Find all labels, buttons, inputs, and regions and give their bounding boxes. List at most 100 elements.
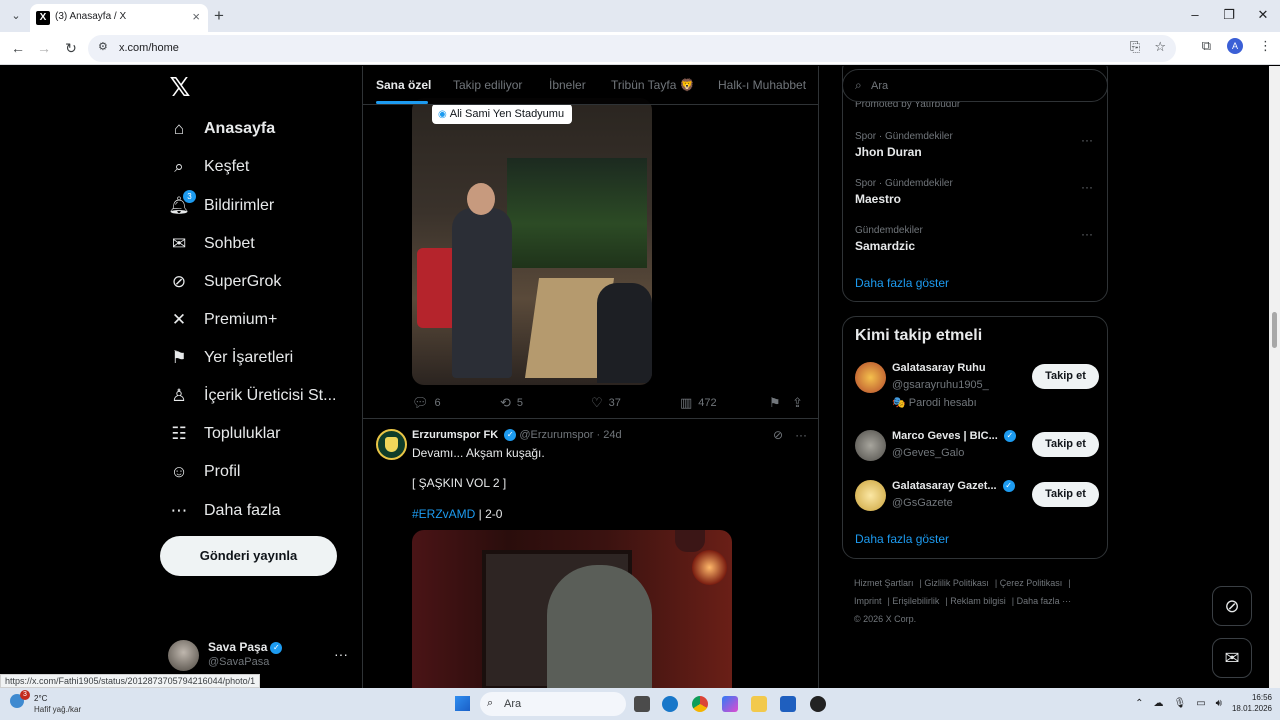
verified-badge-icon: ✓ [504, 429, 517, 442]
location-tag[interactable]: ◉ Ali Sami Yen Stadyumu [432, 104, 573, 124]
footer-link[interactable]: Çerez Politikası [1000, 578, 1063, 588]
trend-item[interactable]: Gündemdekiler Samardzic ··· [855, 225, 1099, 253]
edge-icon[interactable] [662, 696, 678, 712]
search-input[interactable]: ⌕ Ara [842, 69, 1108, 102]
sidebar-item-chat[interactable]: ✉ Sohbet [168, 229, 255, 259]
sidebar-item-communities[interactable]: ☷ Topluluklar [168, 419, 280, 449]
tweet-time[interactable]: · 24d [597, 429, 622, 441]
x-home-page: 𝕏 ⌂ Anasayfa ⌕ Keşfet 🔔︎ 3 Bildirimler ✉ … [0, 66, 1280, 688]
tweet[interactable]: Erzurumspor FK ✓ @Erzurumspor · 24d ⊘ ··… [363, 419, 818, 688]
taskbar-search[interactable]: ⌕ Ara [480, 692, 626, 716]
avatar[interactable] [855, 480, 886, 511]
display-icon[interactable]: ▭ [1196, 698, 1205, 709]
more-options-icon[interactable]: ··· [1081, 227, 1093, 241]
volume-icon[interactable]: 🔊︎ [1216, 698, 1222, 709]
hashtag-link[interactable]: #ERZvAMD [412, 507, 475, 521]
follow-suggestion[interactable]: Marco Geves | BIC... ✓ @Geves_Galo Takip… [855, 430, 1099, 474]
grok-icon[interactable]: ⊘ [773, 428, 783, 442]
minimize-icon[interactable]: – [1178, 0, 1212, 32]
like-button[interactable]: ♡ 37 [591, 395, 621, 411]
chrome-icon[interactable] [692, 696, 708, 712]
extensions-icon[interactable]: ⧉ [1202, 38, 1211, 54]
browser-profile-avatar[interactable]: A [1227, 38, 1243, 54]
tab-list-3[interactable]: Halk-ı Muhabbet [718, 78, 806, 92]
avatar[interactable] [855, 362, 886, 393]
cloud-icon[interactable]: ☁ [1153, 698, 1163, 709]
footer-link[interactable]: Daha fazla ··· [1017, 596, 1072, 606]
more-options-icon[interactable]: ··· [334, 646, 348, 662]
back-arrow-icon[interactable]: ← [8, 38, 28, 58]
x-logo-icon[interactable]: 𝕏 [166, 72, 194, 102]
address-bar[interactable]: ⚙ x.com/home ⎘ ☆ [88, 35, 1176, 62]
tab-for-you[interactable]: Sana özel [376, 78, 431, 92]
close-window-icon[interactable]: ✕ [1246, 0, 1280, 32]
trend-item[interactable]: Spor · Gündemdekiler Maestro ··· [855, 178, 1099, 206]
bookmark-star-icon[interactable]: ☆ [1154, 39, 1166, 55]
tab-list-2[interactable]: Tribün Tayfa 🦁 [611, 78, 695, 92]
browser-tab[interactable]: X (3) Anasayfa / X × [30, 4, 208, 32]
start-button-icon[interactable] [455, 696, 470, 711]
tweet-author-name[interactable]: Erzurumspor FK [412, 429, 498, 441]
sidebar-item-more[interactable]: ⋯ Daha fazla [168, 496, 281, 526]
copilot-icon[interactable] [722, 696, 738, 712]
footer-link[interactable]: Reklam bilgisi [950, 596, 1006, 606]
grok-fab-icon[interactable]: ⊘ [1212, 586, 1252, 626]
avatar[interactable] [855, 430, 886, 461]
new-tab-icon[interactable]: + [214, 6, 224, 26]
sidebar-item-supergrok[interactable]: ⊘ SuperGrok [168, 267, 282, 297]
scrollbar-thumb[interactable] [1272, 312, 1277, 348]
footer-link[interactable]: Imprint [854, 596, 882, 606]
more-options-icon[interactable]: ··· [795, 428, 807, 442]
messages-fab-icon[interactable]: ✉ [1212, 638, 1252, 678]
views-button[interactable]: ▥ 472 [680, 395, 717, 411]
follow-suggestion[interactable]: Galatasaray Gazet... ✓ @GsGazete Takip e… [855, 480, 1099, 524]
app-icon[interactable] [810, 696, 826, 712]
forward-arrow-icon[interactable]: → [34, 38, 54, 58]
tab-following[interactable]: Takip ediliyor [453, 78, 522, 92]
tweet-photo[interactable] [412, 98, 652, 385]
sidebar-item-bookmarks[interactable]: ⚑ Yer İşaretleri [168, 343, 293, 373]
reply-button[interactable]: 💬︎ 6 [412, 395, 441, 411]
tray-chevron-icon[interactable]: ⌃ [1135, 698, 1143, 709]
restore-icon[interactable]: ❐ [1212, 0, 1246, 32]
footer-link[interactable]: Hizmet Şartları [854, 578, 914, 588]
close-tab-icon[interactable]: × [192, 9, 200, 24]
site-info-icon[interactable]: ⚙ [98, 40, 108, 53]
clock[interactable]: 16:56 18.01.2026 [1232, 692, 1272, 714]
bookmark-button[interactable]: ⚑ [769, 395, 781, 411]
install-app-icon[interactable]: ⎘ [1130, 39, 1140, 55]
sidebar-item-creator-studio[interactable]: ♙ İçerik Üreticisi St... [168, 381, 336, 411]
mic-icon[interactable]: 🎙︎ [1173, 698, 1186, 709]
sidebar-item-premium[interactable]: ✕ Premium+ [168, 305, 277, 335]
show-more-trends-link[interactable]: Daha fazla göster [855, 276, 949, 290]
sidebar-item-explore[interactable]: ⌕ Keşfet [168, 152, 249, 182]
trend-item[interactable]: Spor · Gündemdekiler Jhon Duran ··· [855, 131, 1099, 159]
follow-button[interactable]: Takip et [1032, 432, 1099, 457]
tab-search-chevron-icon[interactable]: ⌄ [6, 6, 26, 26]
sidebar-item-home[interactable]: ⌂ Anasayfa [168, 114, 275, 144]
account-switcher[interactable]: Sava Paşa ✓ @SavaPasa ··· [168, 638, 358, 674]
who-to-follow-title: Kimi takip etmeli [855, 327, 983, 344]
share-button[interactable]: ⇪ [792, 395, 803, 411]
follow-suggestion[interactable]: Galatasaray Ruhu @gsarayruhu1905_ 🎭 Paro… [855, 362, 1099, 409]
footer-link[interactable]: Erişilebilirlik [892, 596, 939, 606]
sidebar-item-profile[interactable]: ☺ Profil [168, 457, 240, 487]
task-view-icon[interactable] [634, 696, 650, 712]
retweet-button[interactable]: ⟲ 5 [500, 395, 523, 411]
show-more-follow-link[interactable]: Daha fazla göster [855, 532, 949, 546]
follow-button[interactable]: Takip et [1032, 364, 1099, 389]
reload-icon[interactable]: ↻ [61, 38, 81, 58]
tab-list-1[interactable]: İbneler [549, 78, 586, 92]
page-scrollbar[interactable] [1269, 66, 1280, 688]
browser-menu-icon[interactable]: ⋮ [1259, 38, 1272, 54]
footer-link[interactable]: Gizlilik Politikası [924, 578, 989, 588]
sidebar-item-notifications[interactable]: 🔔︎ 3 Bildirimler [168, 190, 274, 221]
more-options-icon[interactable]: ··· [1081, 180, 1093, 194]
post-button[interactable]: Gönderi yayınla [160, 536, 337, 576]
avatar[interactable] [376, 429, 407, 460]
follow-button[interactable]: Takip et [1032, 482, 1099, 507]
tweet-photo[interactable] [412, 530, 732, 688]
store-icon[interactable] [780, 696, 796, 712]
more-options-icon[interactable]: ··· [1081, 133, 1093, 147]
file-explorer-icon[interactable] [751, 696, 767, 712]
